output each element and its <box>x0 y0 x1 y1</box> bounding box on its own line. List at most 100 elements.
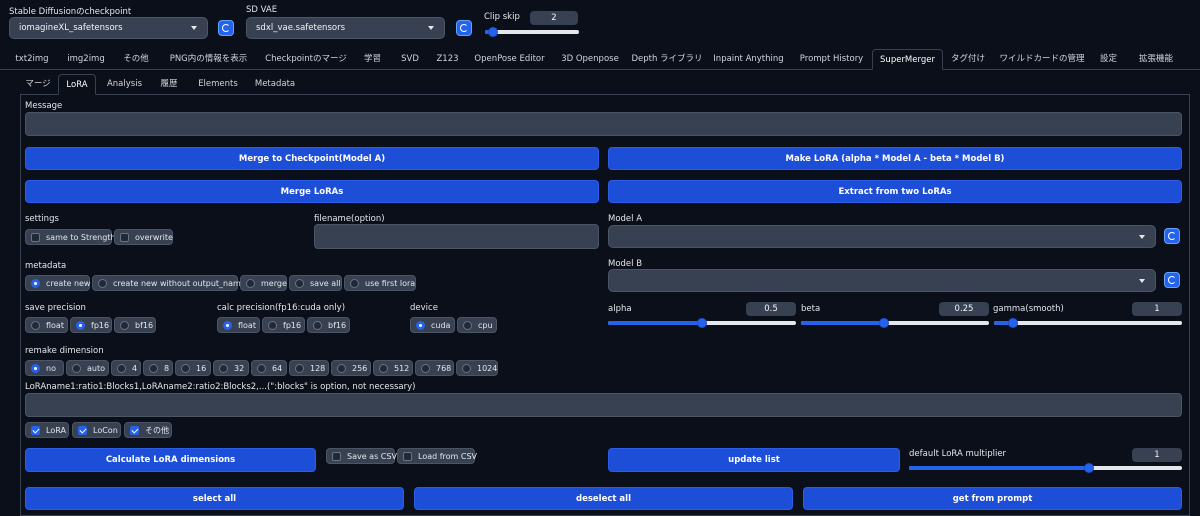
subtab-history[interactable]: 履歴 <box>153 74 185 95</box>
type-locon-checkbox[interactable]: LoCon <box>72 422 121 438</box>
remake-4[interactable]: 4 <box>111 360 141 376</box>
merge-to-checkpoint-button[interactable]: Merge to Checkpoint(Model A) <box>25 147 599 170</box>
remake-8[interactable]: 8 <box>143 360 173 376</box>
refresh-model-a-icon[interactable] <box>1164 228 1180 244</box>
tab-checkpoint-merge[interactable]: Checkpointのマージ <box>261 49 351 70</box>
device-cuda[interactable]: cuda <box>410 317 455 333</box>
tab-img2img[interactable]: img2img <box>60 49 112 70</box>
model-a-dropdown[interactable] <box>608 225 1156 248</box>
radio-dot <box>313 320 322 330</box>
deselect-all-button[interactable]: deselect all <box>414 487 793 510</box>
gamma-input[interactable]: 1 <box>1132 302 1182 316</box>
tab-extensions[interactable]: 拡張機能 <box>1130 49 1182 70</box>
metadata-create-new[interactable]: create new <box>25 275 90 291</box>
filename-input[interactable] <box>314 224 599 249</box>
tab-inpaint-anything[interactable]: Inpaint Anything <box>708 49 789 70</box>
save-precision-fp16[interactable]: fp16 <box>70 317 112 333</box>
tab-txt2img[interactable]: txt2img <box>9 49 55 70</box>
option-text: float <box>238 320 256 330</box>
remake-auto[interactable]: auto <box>66 360 109 376</box>
refresh-vae-icon[interactable] <box>456 20 472 36</box>
clip-skip-slider[interactable] <box>485 27 579 37</box>
tab-training[interactable]: 学習 <box>355 49 390 70</box>
metadata-create-new-without-name[interactable]: create new without output_name <box>92 275 246 291</box>
merge-loras-button[interactable]: Merge LoRAs <box>25 180 599 203</box>
subtab-metadata[interactable]: Metadata <box>250 74 300 95</box>
beta-input[interactable]: 0.25 <box>939 302 989 316</box>
gamma-slider[interactable] <box>994 318 1182 328</box>
clip-skip-input[interactable]: 2 <box>530 11 578 25</box>
tab-wildcards[interactable]: ワイルドカードの管理 <box>995 49 1089 70</box>
update-list-button[interactable]: update list <box>608 448 900 472</box>
subtab-merge[interactable]: マージ <box>22 74 54 95</box>
device-cpu[interactable]: cpu <box>457 317 497 333</box>
tab-3d-openpose[interactable]: 3D Openpose <box>554 49 626 70</box>
tab-supermerger[interactable]: SuperMerger <box>872 49 943 70</box>
alpha-input[interactable]: 0.5 <box>746 302 796 316</box>
checkbox-box <box>130 425 139 435</box>
metadata-use-first-lora[interactable]: use first lora <box>344 275 416 291</box>
get-from-prompt-button[interactable]: get from prompt <box>803 487 1182 510</box>
calc-precision-label: calc precision(fp16:cuda only) <box>217 303 346 313</box>
tab-depth-library[interactable]: Depth ライブラリ <box>630 49 704 70</box>
tab-tagging[interactable]: タグ付け <box>946 49 990 70</box>
vae-dropdown[interactable]: sdxl_vae.safetensors <box>246 17 445 39</box>
tab-openpose-editor[interactable]: OpenPose Editor <box>469 49 550 70</box>
remake-768[interactable]: 768 <box>415 360 454 376</box>
default-multiplier-input[interactable]: 1 <box>1132 448 1182 462</box>
remake-256[interactable]: 256 <box>331 360 371 376</box>
option-text: 256 <box>352 363 368 373</box>
tab-z123[interactable]: Z123 <box>430 49 465 70</box>
remake-1024[interactable]: 1024 <box>456 360 498 376</box>
subtab-analysis[interactable]: Analysis <box>102 74 147 95</box>
tab-other[interactable]: その他 <box>116 49 156 70</box>
subtab-lora[interactable]: LoRA <box>58 74 96 95</box>
lora-ratio-input[interactable] <box>25 393 1182 417</box>
metadata-save-all[interactable]: save all <box>289 275 342 291</box>
calc-precision-bf16[interactable]: bf16 <box>307 317 350 333</box>
metadata-merge[interactable]: merge <box>240 275 287 291</box>
load-from-csv-checkbox[interactable]: Load from CSV <box>397 448 477 464</box>
message-box[interactable] <box>25 112 1182 136</box>
remake-no[interactable]: no <box>25 360 64 376</box>
subtab-elements[interactable]: Elements <box>192 74 244 95</box>
radio-dot <box>379 363 388 373</box>
save-precision-bf16[interactable]: bf16 <box>114 317 156 333</box>
radio-dot <box>295 363 304 373</box>
remake-512[interactable]: 512 <box>373 360 413 376</box>
option-text: create new without output_name <box>113 278 246 288</box>
beta-slider[interactable] <box>801 318 989 328</box>
radio-dot <box>463 320 472 330</box>
type-other-checkbox[interactable]: その他 <box>124 422 172 438</box>
refresh-checkpoint-icon[interactable] <box>218 20 234 36</box>
tab-png-info[interactable]: PNG内の情報を表示 <box>161 49 256 70</box>
default-multiplier-slider[interactable] <box>909 463 1182 473</box>
remake-16[interactable]: 16 <box>175 360 211 376</box>
remake-64[interactable]: 64 <box>251 360 287 376</box>
tab-settings[interactable]: 設定 <box>1092 49 1125 70</box>
calc-precision-float[interactable]: float <box>217 317 260 333</box>
save-precision-float[interactable]: float <box>25 317 68 333</box>
tab-svd[interactable]: SVD <box>395 49 425 70</box>
extract-loras-button[interactable]: Extract from two LoRAs <box>608 180 1182 203</box>
overwrite-checkbox[interactable]: overwrite <box>114 229 173 245</box>
save-as-csv-checkbox[interactable]: Save as CSV <box>326 448 397 464</box>
alpha-slider[interactable] <box>608 318 796 328</box>
option-text: 16 <box>196 363 207 373</box>
option-text: LoCon <box>93 425 118 435</box>
refresh-model-b-icon[interactable] <box>1164 272 1180 288</box>
remake-32[interactable]: 32 <box>213 360 249 376</box>
tab-prompt-history[interactable]: Prompt History <box>794 49 869 70</box>
same-to-strength-checkbox[interactable]: same to Strength <box>25 229 116 245</box>
calc-precision-fp16[interactable]: fp16 <box>262 317 305 333</box>
model-b-dropdown[interactable] <box>608 269 1156 292</box>
type-lora-checkbox[interactable]: LoRA <box>25 422 69 438</box>
option-text: float <box>46 320 64 330</box>
calculate-lora-dimensions-button[interactable]: Calculate LoRA dimensions <box>25 448 316 472</box>
remake-128[interactable]: 128 <box>289 360 329 376</box>
option-text: fp16 <box>91 320 110 330</box>
select-all-button[interactable]: select all <box>25 487 404 510</box>
checkpoint-dropdown[interactable]: iomagineXL_safetensors <box>9 17 208 39</box>
make-lora-button[interactable]: Make LoRA (alpha * Model A - beta * Mode… <box>608 147 1182 170</box>
main-tabs: txt2img img2img その他 PNG内の情報を表示 Checkpoin… <box>0 49 1200 70</box>
